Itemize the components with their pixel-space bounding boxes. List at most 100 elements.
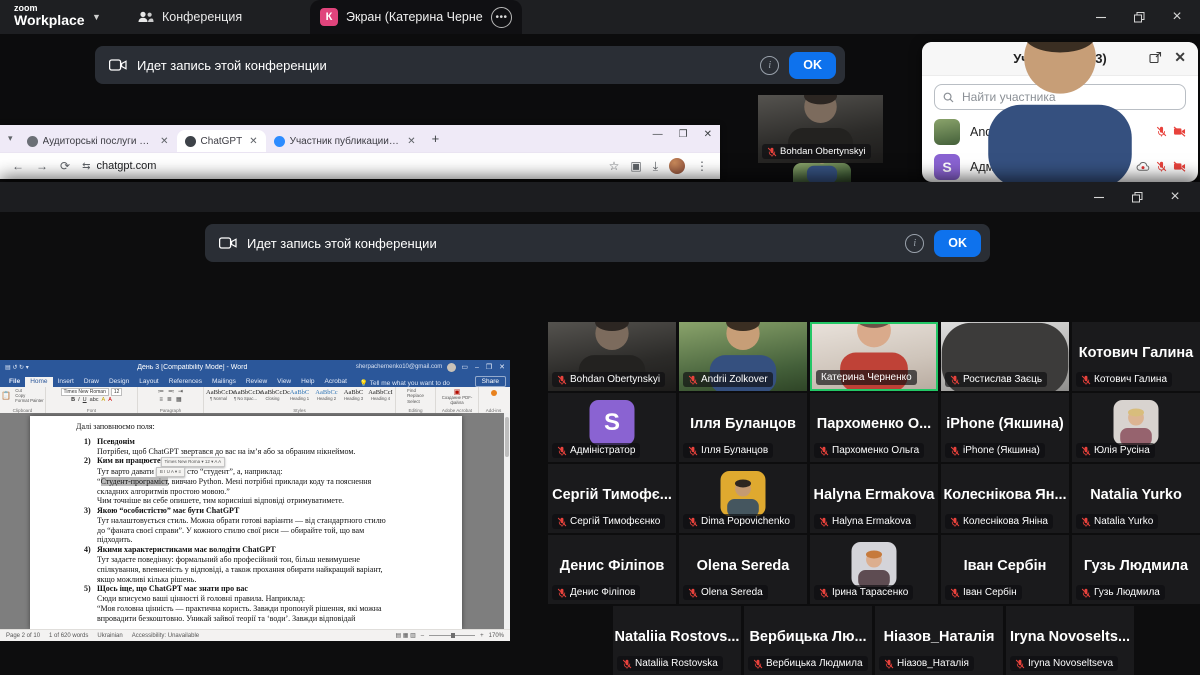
close-tab-icon[interactable]: ✕ bbox=[249, 136, 257, 147]
ribbon-display-icon[interactable]: ▭ bbox=[461, 363, 468, 371]
close-tab-icon[interactable]: ✕ bbox=[407, 136, 415, 147]
bookmark-star-icon[interactable]: ☆ bbox=[609, 159, 620, 173]
video-tile[interactable]: Olena SeredaOlena Sereda bbox=[679, 535, 807, 604]
share-restore-button[interactable] bbox=[1118, 180, 1156, 214]
word-tab-mailings[interactable]: Mailings bbox=[207, 377, 241, 387]
video-tile[interactable]: Iryna Novoselts...Iryna Novoseltseva bbox=[1006, 606, 1134, 675]
clipboard-item[interactable]: Format Painter bbox=[15, 398, 43, 403]
info-icon[interactable]: i bbox=[905, 234, 924, 253]
browser-close-button[interactable]: ✕ bbox=[704, 129, 712, 140]
word-tab-references[interactable]: References bbox=[164, 377, 207, 387]
word-close-button[interactable]: ✕ bbox=[499, 363, 505, 371]
video-tile[interactable]: Dima Popovichenko bbox=[679, 464, 807, 533]
tab-conference[interactable]: Конференция bbox=[130, 0, 250, 34]
video-tile[interactable]: Andrii Zolkover bbox=[679, 322, 807, 391]
participant-row[interactable]: Andrii Zolkover (Я) bbox=[922, 114, 1198, 149]
browser-tab[interactable]: Аудиторські послуги сталого : ✕ bbox=[19, 130, 177, 152]
selected-text[interactable]: Студент-програміст bbox=[101, 477, 168, 486]
video-tile[interactable]: Іван СербінІван Сербін bbox=[941, 535, 1069, 604]
video-tile[interactable]: Natalia YurkoNatalia Yurko bbox=[1072, 464, 1200, 533]
new-tab-button[interactable]: + bbox=[432, 131, 440, 146]
share-button[interactable]: Share bbox=[475, 376, 506, 387]
floating-format-toolbar[interactable]: Times New Roma ▾ 12 ▾ A A bbox=[161, 457, 226, 467]
word-scrollbar[interactable] bbox=[504, 413, 510, 629]
video-tile[interactable]: Ілля БуланцовІлля Буланцов bbox=[679, 393, 807, 462]
video-thumbnail[interactable] bbox=[793, 163, 851, 182]
style-chip[interactable]: AaBbCcHeading 2 bbox=[314, 389, 339, 401]
site-info-icon[interactable]: ⇆ bbox=[82, 161, 90, 172]
font-color-button[interactable]: A bbox=[108, 397, 112, 403]
word-tab-help[interactable]: Help bbox=[296, 377, 319, 387]
video-tile[interactable]: Юлія Русіна bbox=[1072, 393, 1200, 462]
browser-minimize-button[interactable]: — bbox=[653, 129, 663, 140]
browser-tab[interactable]: Участник публикации - Zoom ✕ bbox=[266, 130, 424, 152]
align-left-button[interactable]: ≡ bbox=[159, 397, 163, 403]
style-chip[interactable]: AaBbCcIHeading 4 bbox=[368, 389, 393, 401]
style-chip[interactable]: AaBbCHeading 1 bbox=[287, 389, 312, 401]
word-tab-acrobat[interactable]: Acrobat bbox=[320, 377, 352, 387]
video-tile[interactable]: Катерина Черненко bbox=[810, 322, 938, 391]
editing-item[interactable]: Select bbox=[407, 399, 420, 404]
style-chip[interactable]: AaBbCcDc¶ Normal bbox=[206, 389, 231, 401]
status-item[interactable]: 1 of 620 words bbox=[49, 633, 88, 639]
video-tile[interactable]: Сергій Тимофє...Сергій Тимофєєнко bbox=[548, 464, 676, 533]
reload-icon[interactable]: ⟳ bbox=[60, 159, 70, 173]
zoom-slider[interactable] bbox=[429, 635, 475, 636]
minimize-button[interactable] bbox=[1082, 0, 1120, 34]
tell-me-box[interactable]: 💡 Tell me what you want to do bbox=[360, 379, 450, 387]
video-tile[interactable]: Вербицька Лю...Вербицька Людмила bbox=[744, 606, 872, 675]
tab-screen-share[interactable]: К Экран (Катерина Черненко) ••• bbox=[310, 0, 522, 34]
video-tile[interactable]: Ніазов_НаталіяНіазов_Наталія bbox=[875, 606, 1003, 675]
word-tab-view[interactable]: View bbox=[272, 377, 296, 387]
video-tile-top[interactable]: Bohdan Obertynskyi bbox=[758, 95, 883, 163]
chevron-down-icon[interactable]: ▼ bbox=[92, 12, 101, 22]
forward-icon[interactable]: → bbox=[36, 159, 48, 173]
video-tile[interactable]: SАдміністратор bbox=[548, 393, 676, 462]
video-tile[interactable]: Ірина Тарасенко bbox=[810, 535, 938, 604]
italic-button[interactable]: I bbox=[78, 397, 80, 403]
share-close-button[interactable]: × bbox=[1156, 180, 1194, 214]
word-tab-layout[interactable]: Layout bbox=[134, 377, 164, 387]
word-tab-review[interactable]: Review bbox=[241, 377, 272, 387]
video-tile[interactable]: Bohdan Obertynskyi bbox=[548, 322, 676, 391]
video-tile[interactable]: Ростислав Заєць bbox=[941, 322, 1069, 391]
style-chip[interactable]: AaBbCHeading 3 bbox=[341, 389, 366, 401]
strikethrough-button[interactable]: abc bbox=[90, 397, 99, 403]
download-icon[interactable]: ⤓ bbox=[653, 159, 658, 174]
share-minimize-button[interactable] bbox=[1080, 180, 1118, 214]
tab-search-chevron-icon[interactable]: ▾ bbox=[8, 133, 13, 144]
browser-tab[interactable]: ChatGPT ✕ bbox=[177, 130, 266, 152]
floating-format-toolbar[interactable]: B I U A ▾ ≡ bbox=[156, 467, 185, 477]
video-tile[interactable]: Nataliia Rostovs...Nataliia Rostovska bbox=[613, 606, 741, 675]
ok-button[interactable]: OK bbox=[934, 230, 981, 257]
indent-button[interactable]: ⇥ bbox=[178, 388, 183, 395]
info-icon[interactable]: i bbox=[760, 56, 779, 75]
video-tile[interactable]: Колеснікова Ян...Колеснікова Яніна bbox=[941, 464, 1069, 533]
video-tile[interactable]: Денис ФіліповДенис Філіпов bbox=[548, 535, 676, 604]
zoom-in-icon[interactable]: + bbox=[480, 633, 484, 639]
status-item[interactable]: Ukrainian bbox=[97, 633, 122, 639]
status-item[interactable]: Page 2 of 10 bbox=[6, 633, 40, 639]
url-field[interactable]: ⇆ chatgpt.com bbox=[82, 160, 597, 172]
paste-icon[interactable]: 📋 bbox=[1, 391, 11, 400]
bold-button[interactable]: B bbox=[71, 397, 75, 403]
word-account-avatar[interactable] bbox=[447, 363, 456, 372]
align-center-button[interactable]: ≣ bbox=[167, 396, 172, 403]
word-tab-design[interactable]: Design bbox=[104, 377, 134, 387]
word-restore-button[interactable]: ❐ bbox=[486, 363, 492, 371]
video-tile[interactable]: iPhone (Якшина)iPhone (Якшина) bbox=[941, 393, 1069, 462]
font-name-box[interactable]: Times New Roman bbox=[61, 388, 109, 396]
video-tile[interactable]: Пархоменко О...Пархоменко Ольга bbox=[810, 393, 938, 462]
back-icon[interactable]: ← bbox=[12, 159, 24, 173]
browser-restore-button[interactable]: ❐ bbox=[679, 129, 688, 140]
side-panel-icon[interactable]: ▣ bbox=[630, 159, 641, 173]
zoom-out-icon[interactable]: – bbox=[421, 633, 424, 639]
browser-menu-icon[interactable]: ⋮ bbox=[696, 159, 708, 173]
highlight-button[interactable]: A bbox=[102, 397, 106, 403]
status-item[interactable]: Accessibility: Unavailable bbox=[132, 633, 199, 639]
font-size-box[interactable]: 12 bbox=[111, 388, 123, 396]
video-tile[interactable]: Гузь ЛюдмилаГузь Людмила bbox=[1072, 535, 1200, 604]
view-icons[interactable]: ▤ ▦ ▥ bbox=[395, 632, 415, 639]
word-minimize-button[interactable]: – bbox=[475, 364, 479, 371]
numbering-button[interactable]: ≕ bbox=[168, 388, 174, 395]
